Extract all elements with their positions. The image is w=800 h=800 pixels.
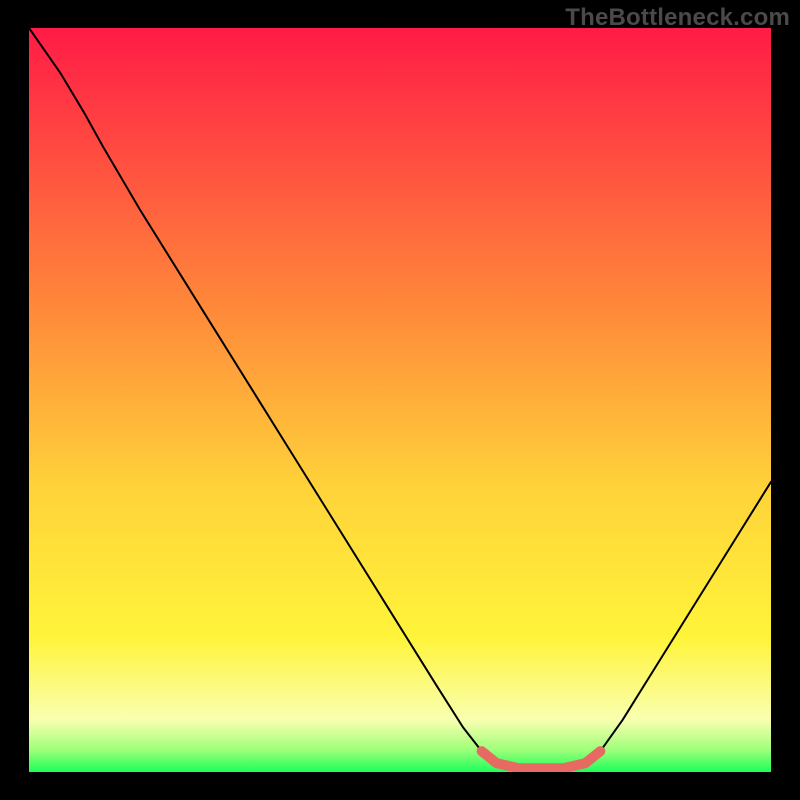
chart-frame: TheBottleneck.com	[0, 0, 800, 800]
chart-plot	[29, 28, 771, 772]
chart-svg	[29, 28, 771, 772]
watermark-text: TheBottleneck.com	[565, 4, 790, 32]
